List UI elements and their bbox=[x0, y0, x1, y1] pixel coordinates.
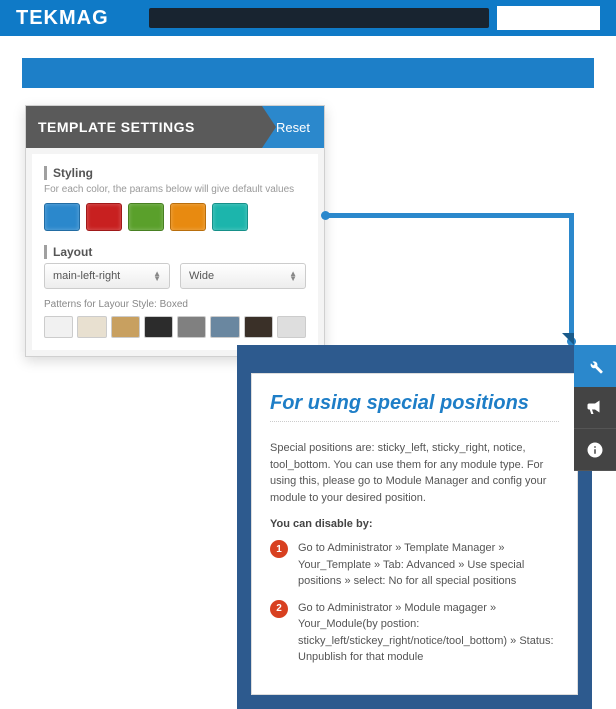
special-positions-panel: For using special positions Special posi… bbox=[251, 373, 578, 695]
tool-tab-wrench[interactable] bbox=[574, 345, 616, 387]
layout-label: Layout bbox=[44, 245, 306, 259]
special-positions-panel-outer: For using special positions Special posi… bbox=[237, 345, 592, 709]
tool-tab-announce[interactable] bbox=[574, 387, 616, 429]
step-badge: 1 bbox=[270, 540, 288, 558]
template-settings-panel: TEMPLATE SETTINGS Reset Styling For each… bbox=[25, 105, 325, 357]
chevron-updown-icon: ▲▼ bbox=[153, 271, 161, 281]
styling-desc: For each color, the params below will gi… bbox=[44, 184, 306, 195]
positions-intro: Special positions are: sticky_left, stic… bbox=[270, 440, 559, 506]
pattern-swatch[interactable] bbox=[244, 316, 273, 338]
positions-title: For using special positions bbox=[270, 392, 559, 422]
color-swatch-blue[interactable] bbox=[44, 203, 80, 231]
positions-disable-label: You can disable by: bbox=[270, 518, 559, 530]
step-text: Go to Administrator » Template Manager »… bbox=[298, 540, 559, 590]
header-banner bbox=[22, 58, 594, 88]
pattern-swatch[interactable] bbox=[210, 316, 239, 338]
color-swatch-red[interactable] bbox=[86, 203, 122, 231]
connector-dot bbox=[321, 211, 330, 220]
pattern-swatch[interactable] bbox=[111, 316, 140, 338]
step-1: 1 Go to Administrator » Template Manager… bbox=[270, 540, 559, 590]
settings-header: TEMPLATE SETTINGS Reset bbox=[26, 106, 324, 148]
step-badge: 2 bbox=[270, 600, 288, 618]
logo: TEKMAG bbox=[16, 7, 109, 30]
color-swatch-orange[interactable] bbox=[170, 203, 206, 231]
step-text: Go to Administrator » Module magager » Y… bbox=[298, 600, 559, 666]
select-value: main-left-right bbox=[53, 270, 120, 282]
pattern-swatch[interactable] bbox=[177, 316, 206, 338]
styling-label: Styling bbox=[44, 166, 306, 180]
pattern-swatch[interactable] bbox=[77, 316, 106, 338]
pattern-swatch[interactable] bbox=[144, 316, 173, 338]
connector-line bbox=[569, 213, 574, 343]
tool-tab-info[interactable] bbox=[574, 429, 616, 471]
top-bar: TEKMAG bbox=[0, 0, 616, 36]
bullhorn-icon bbox=[586, 399, 604, 417]
step-2: 2 Go to Administrator » Module magager »… bbox=[270, 600, 559, 666]
pattern-swatch[interactable] bbox=[44, 316, 73, 338]
info-icon bbox=[586, 441, 604, 459]
color-swatch-row bbox=[44, 203, 306, 231]
top-right-box bbox=[497, 6, 600, 30]
patterns-label: Patterns for Layour Style: Boxed bbox=[44, 299, 306, 310]
settings-title: TEMPLATE SETTINGS bbox=[26, 106, 262, 148]
layout-select-columns[interactable]: main-left-right ▲▼ bbox=[44, 263, 170, 289]
pattern-row bbox=[44, 316, 306, 338]
chevron-updown-icon: ▲▼ bbox=[289, 271, 297, 281]
pattern-swatch[interactable] bbox=[277, 316, 306, 338]
nav-band bbox=[149, 8, 489, 28]
side-tool-tabs bbox=[574, 345, 616, 471]
layout-select-width[interactable]: Wide ▲▼ bbox=[180, 263, 306, 289]
color-swatch-green[interactable] bbox=[128, 203, 164, 231]
wrench-icon bbox=[586, 357, 604, 375]
connector-line bbox=[325, 213, 573, 218]
select-value: Wide bbox=[189, 270, 214, 282]
color-swatch-teal[interactable] bbox=[212, 203, 248, 231]
